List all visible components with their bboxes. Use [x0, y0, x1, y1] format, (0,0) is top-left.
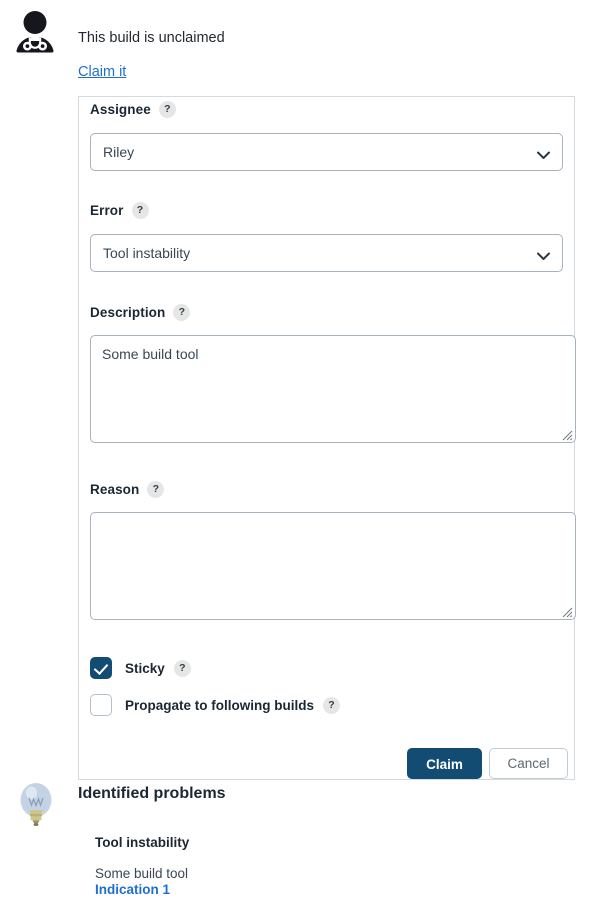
chevron-down-icon [537, 248, 550, 260]
claim-button[interactable]: Claim [407, 748, 482, 779]
reason-textarea[interactable] [90, 512, 576, 620]
form-button-bar: Claim Cancel [79, 748, 574, 781]
description-textarea-value: Some build tool [102, 346, 199, 362]
propagate-help-icon[interactable]: ? [323, 696, 340, 714]
propagate-checkbox-row[interactable]: Propagate to following builds ? [90, 694, 340, 716]
assignee-help-icon[interactable]: ? [158, 101, 176, 118]
chevron-down-icon [537, 147, 550, 159]
description-textarea[interactable]: Some build tool [90, 335, 576, 443]
problem-name: Tool instability [95, 835, 190, 850]
lightbulb-icon [13, 779, 59, 829]
assignee-select-value: Riley [103, 144, 135, 160]
assignee-select[interactable]: Riley [90, 133, 563, 171]
claim-form-panel: Assignee ? Riley Error ? Tool instabilit… [78, 96, 576, 781]
reason-label-row: Reason ? [90, 481, 165, 498]
claim-it-link[interactable]: Claim it [78, 64, 126, 80]
problem-indication-link[interactable]: Indication 1 [95, 882, 189, 897]
sticky-help-icon[interactable]: ? [173, 659, 191, 677]
error-label-row: Error ? [90, 202, 149, 219]
assignee-label-row: Assignee ? [90, 101, 176, 118]
sticky-label: Sticky [125, 660, 165, 676]
error-help-icon[interactable]: ? [131, 202, 149, 219]
description-help-icon[interactable]: ? [173, 304, 191, 321]
error-label: Error [90, 203, 124, 218]
sticky-checkbox[interactable] [90, 657, 112, 679]
unclaimed-status-text: This build is unclaimed [78, 30, 225, 46]
reason-help-icon[interactable]: ? [147, 481, 165, 498]
error-select-value: Tool instability [103, 245, 191, 261]
problem-description: Some build tool [95, 866, 189, 881]
description-label-row: Description ? [90, 304, 191, 321]
resize-handle-icon[interactable] [561, 605, 573, 618]
doctor-icon [10, 9, 60, 59]
unclaimed-banner: This build is unclaimed Claim it [0, 0, 613, 96]
sticky-checkbox-row[interactable]: Sticky ? [90, 657, 191, 679]
problem-item: Tool instability Some build tool Indicat… [95, 835, 189, 897]
error-select[interactable]: Tool instability [90, 234, 563, 272]
description-label: Description [90, 305, 166, 320]
propagate-label: Propagate to following builds [125, 697, 314, 713]
reason-label: Reason [90, 482, 140, 497]
cancel-button[interactable]: Cancel [489, 748, 568, 779]
assignee-label: Assignee [90, 102, 151, 117]
propagate-checkbox[interactable] [90, 694, 112, 716]
identified-problems-title: Identified problems [78, 785, 226, 802]
resize-handle-icon[interactable] [561, 428, 573, 441]
